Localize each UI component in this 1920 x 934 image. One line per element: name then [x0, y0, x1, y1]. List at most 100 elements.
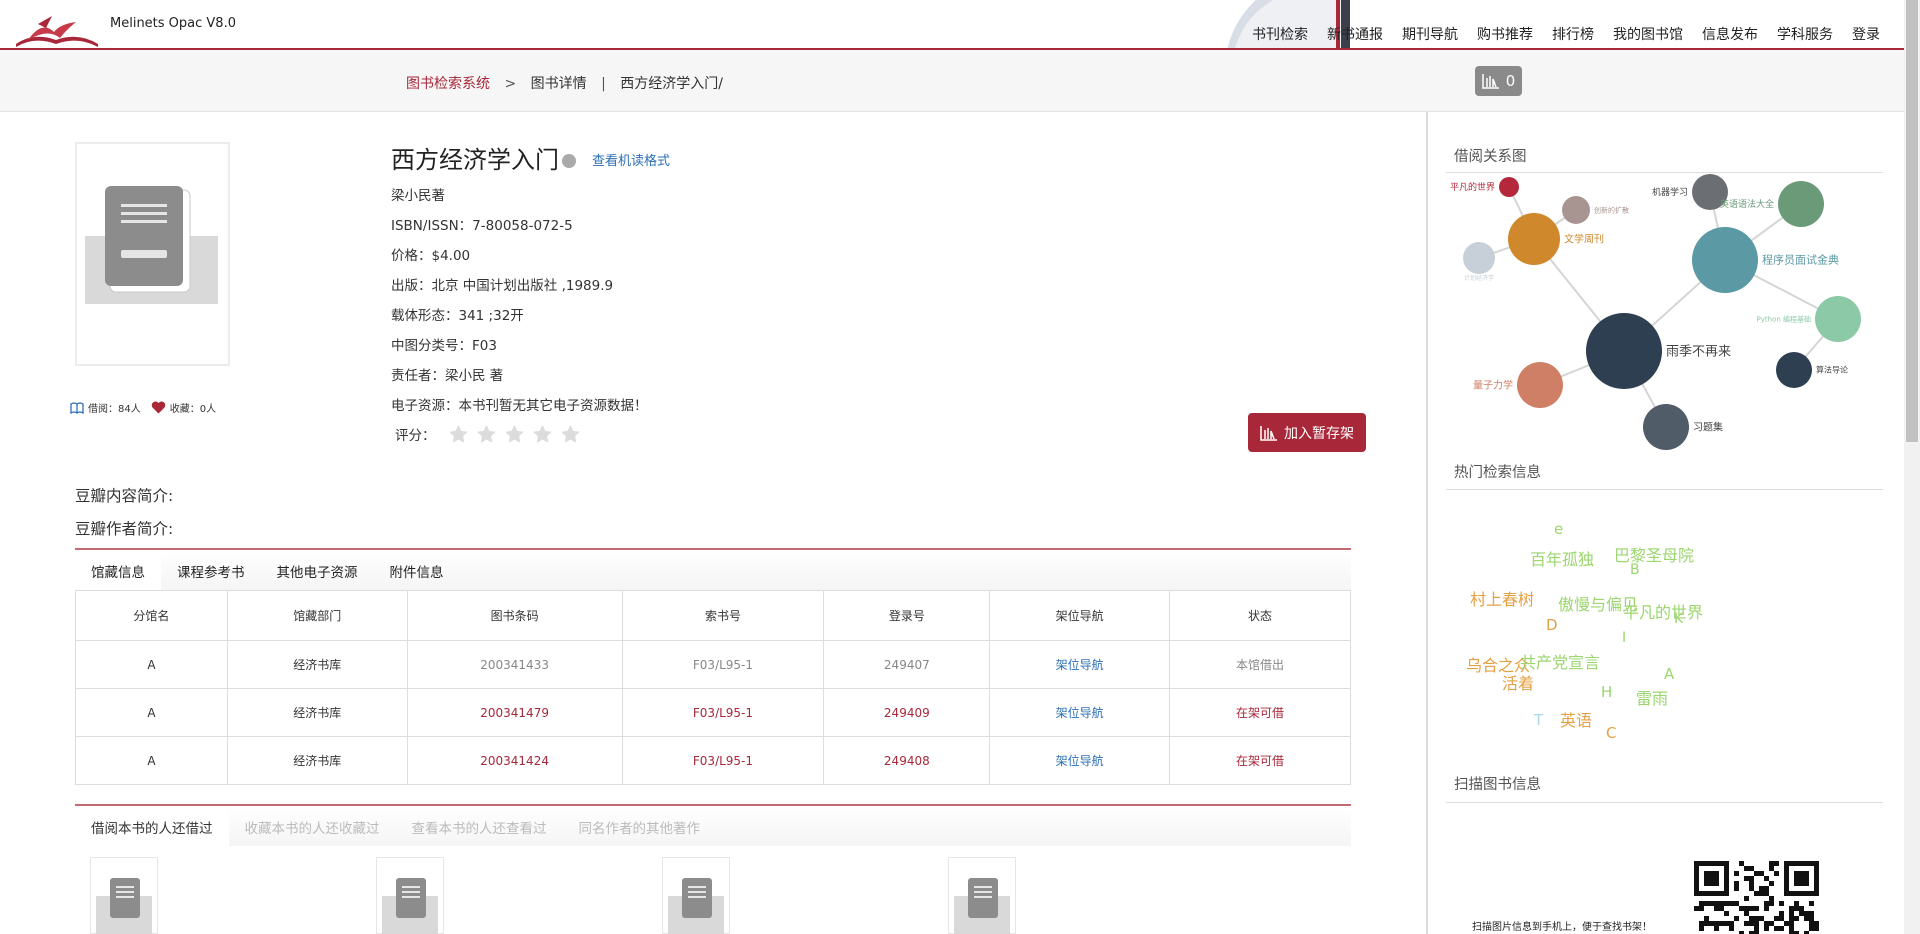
graph-node[interactable] — [1692, 227, 1758, 293]
hot-search-word[interactable]: 英语 — [1560, 707, 1592, 731]
heart-icon[interactable] — [151, 401, 166, 414]
borrow-graph-title: 借阅关系图 — [1454, 149, 1527, 165]
related-books-list — [90, 857, 1234, 934]
book-placeholder-icon — [382, 878, 438, 934]
graph-node[interactable] — [1776, 352, 1812, 388]
column-header: 登录号 — [823, 590, 991, 641]
cell-status: 本馆借出 — [1169, 640, 1351, 689]
book-price: 价格：$4.00 — [391, 248, 471, 264]
marc-format-link[interactable]: 查看机读格式 — [592, 150, 670, 169]
cell-department: 经济书库 — [226, 736, 408, 785]
hot-search-word[interactable]: D — [1546, 616, 1558, 634]
hot-search-word[interactable]: B — [1630, 562, 1640, 578]
favorite-count: 收藏：0人 — [169, 404, 217, 415]
graph-node[interactable] — [1815, 296, 1861, 342]
hot-search-word[interactable]: 平凡的世界 — [1623, 599, 1703, 623]
star-icon[interactable] — [504, 424, 525, 444]
graph-node[interactable] — [1562, 196, 1590, 224]
shelf-nav-link[interactable]: 架位导航 — [989, 640, 1171, 689]
book-publisher: 出版：北京 中国计划出版社 ,1989.9 — [391, 278, 614, 294]
breadcrumb-home-link[interactable]: 图书检索系统 — [406, 76, 490, 92]
cell-branch: A — [75, 736, 228, 785]
scrollbar-thumb[interactable] — [1906, 0, 1918, 442]
related-book-thumbnail[interactable] — [662, 857, 730, 934]
graph-node-label: 机器学习 — [1652, 186, 1688, 198]
hot-search-word[interactable]: A — [1664, 665, 1674, 683]
graph-node-label: 平凡的世界 — [1450, 181, 1495, 193]
hot-search-word[interactable]: 百年孤独 — [1530, 546, 1594, 570]
hot-search-word[interactable]: 活着 — [1502, 670, 1534, 694]
book-responsible: 责任者：梁小民 著 — [391, 368, 504, 384]
nav-item-login[interactable]: 登录 — [1852, 24, 1880, 44]
shelf-count-value: 0 — [1505, 72, 1516, 90]
tab-holdings[interactable]: 馆藏信息 — [75, 550, 161, 590]
nav-item-journals[interactable]: 期刊导航 — [1402, 24, 1458, 44]
hot-search-word[interactable]: T — [1534, 711, 1543, 729]
hot-search-word[interactable]: K — [1674, 611, 1683, 627]
nav-item-new-books[interactable]: 新书通报 — [1327, 24, 1383, 44]
column-header: 索书号 — [621, 590, 825, 641]
nav-item-purchase[interactable]: 购书推荐 — [1477, 24, 1533, 44]
tab-same-author[interactable]: 同名作者的其他著作 — [563, 806, 717, 846]
scan-hint-text: 扫描图片信息到手机上，便于查找书架！ — [1472, 922, 1652, 933]
hot-search-word[interactable]: 村上春树 — [1470, 586, 1534, 610]
scan-title: 扫描图书信息 — [1454, 777, 1541, 793]
nav-item-my-library[interactable]: 我的图书馆 — [1613, 24, 1683, 44]
related-books-tabs: 借阅本书的人还借过 收藏本书的人还收藏过 查看本书的人还查看过 同名作者的其他著… — [75, 804, 1351, 846]
tab-also-favorited[interactable]: 收藏本书的人还收藏过 — [229, 806, 396, 846]
hot-search-word[interactable]: 雷雨 — [1636, 685, 1668, 709]
graph-node[interactable] — [1778, 181, 1824, 227]
star-icon[interactable] — [448, 424, 469, 444]
tab-course-reference[interactable]: 课程参考书 — [161, 550, 261, 590]
nav-item-news[interactable]: 信息发布 — [1702, 24, 1758, 44]
related-book-thumbnail[interactable] — [948, 857, 1016, 934]
column-header: 状态 — [1169, 590, 1351, 641]
book-placeholder-icon — [96, 878, 152, 934]
douban-content-intro: 豆瓣内容简介: — [75, 487, 174, 505]
hot-search-word-cloud: e 百年孤独 巴黎圣母院 B 村上春树 傲慢与偏见 平凡的世界 K D I 乌合之众 共产党宣言 A 活着… — [1446, 520, 1883, 750]
star-icon[interactable] — [560, 424, 581, 444]
hot-search-word[interactable]: C — [1606, 724, 1616, 742]
related-book-thumbnail[interactable] — [376, 857, 444, 934]
book-author: 梁小民著 — [391, 188, 445, 204]
borrow-relationship-graph[interactable]: 平凡的世界创新的扩散 机器学习英语语法大全文学周刊计划经济学 程序员面试金典 Pyth… — [1446, 172, 1883, 462]
shelf-count-button[interactable]: 0 — [1475, 66, 1522, 96]
holdings-tabs: 馆藏信息 课程参考书 其他电子资源 附件信息 — [75, 548, 1351, 590]
tab-also-borrowed[interactable]: 借阅本书的人还借过 — [75, 806, 229, 846]
rating-stars[interactable] — [448, 424, 581, 444]
hot-search-word[interactable]: I — [1622, 630, 1626, 646]
hot-search-word[interactable]: H — [1601, 683, 1612, 701]
graph-node[interactable] — [1643, 404, 1689, 450]
hot-search-word[interactable]: e — [1554, 520, 1563, 538]
star-icon[interactable] — [532, 424, 553, 444]
graph-node[interactable] — [1499, 177, 1519, 197]
book-eresource: 电子资源：本书刊暂无其它电子资源数据！ — [391, 398, 648, 414]
hot-search-word[interactable]: 巴黎圣母院 — [1614, 542, 1694, 566]
tab-other-eresources[interactable]: 其他电子资源 — [261, 550, 374, 590]
cell-call-number: F03/L95-1 — [621, 688, 825, 737]
library-logo-icon[interactable] — [14, 14, 100, 48]
book-placeholder-icon — [668, 878, 724, 934]
breadcrumb-detail: 图书详情 — [530, 76, 587, 92]
tab-attachments[interactable]: 附件信息 — [374, 550, 460, 590]
graph-node[interactable] — [1517, 362, 1563, 408]
book-classification: 中图分类号：F03 — [391, 338, 497, 354]
graph-node[interactable] — [1586, 313, 1662, 389]
related-book-thumbnail[interactable] — [90, 857, 158, 934]
rating: 评分： — [395, 424, 581, 444]
breadcrumb-separator: > — [504, 76, 517, 92]
graph-node-label: 文学周刊 — [1564, 232, 1604, 245]
graph-node[interactable] — [1463, 242, 1495, 274]
column-header: 馆藏部门 — [226, 590, 408, 641]
nav-item-ranking[interactable]: 排行榜 — [1552, 24, 1594, 44]
column-header: 分馆名 — [75, 590, 228, 641]
nav-item-search[interactable]: 书刊检索 — [1252, 24, 1308, 44]
shelf-nav-link[interactable]: 架位导航 — [989, 688, 1171, 737]
star-icon[interactable] — [476, 424, 497, 444]
graph-node[interactable] — [1508, 213, 1560, 265]
tab-also-viewed[interactable]: 查看本书的人还查看过 — [396, 806, 563, 846]
shelf-nav-link[interactable]: 架位导航 — [989, 736, 1171, 785]
open-book-icon — [70, 401, 84, 414]
add-to-shelf-button[interactable]: 加入暂存架 — [1248, 413, 1366, 452]
nav-item-subject[interactable]: 学科服务 — [1777, 24, 1833, 44]
